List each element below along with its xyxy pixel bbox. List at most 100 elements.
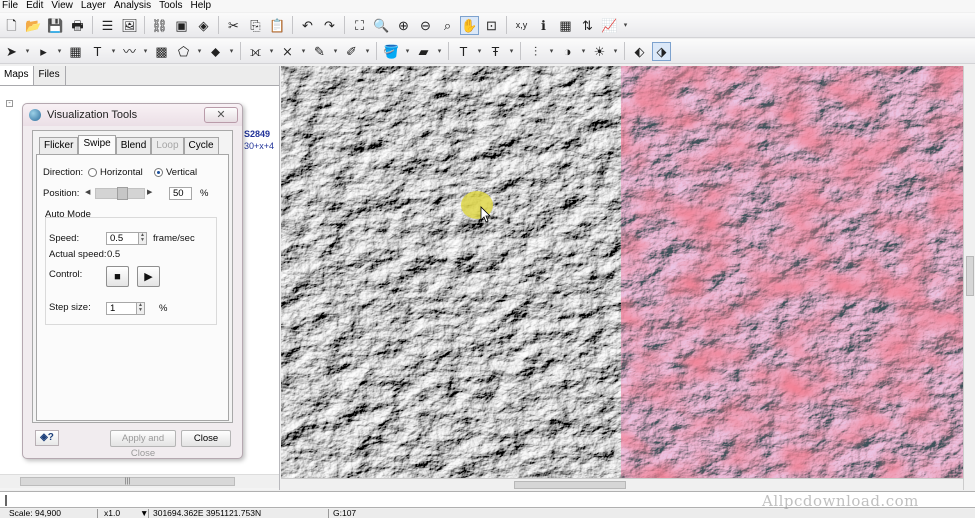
chart-icon[interactable]: 📈 bbox=[600, 16, 619, 35]
tab-maps[interactable]: Maps bbox=[0, 66, 35, 85]
map-vscroll-thumb[interactable] bbox=[966, 256, 974, 296]
horizontal-radio[interactable] bbox=[88, 168, 97, 177]
save-icon[interactable]: 💾 bbox=[46, 16, 65, 35]
menu-view[interactable]: View bbox=[49, 0, 79, 12]
copy-icon[interactable]: ⎘ bbox=[246, 16, 265, 35]
dropdown-arrow-icon[interactable]: ▾ bbox=[24, 47, 31, 55]
contrast-icon[interactable]: ◑ bbox=[558, 42, 577, 61]
dropdown-arrow-icon[interactable]: ▾ bbox=[548, 47, 555, 55]
full-extent-icon[interactable]: ⊡ bbox=[482, 16, 501, 35]
map-view[interactable] bbox=[281, 66, 963, 478]
text-icon[interactable]: T bbox=[88, 42, 107, 61]
play-button[interactable]: ▶ bbox=[137, 266, 160, 287]
dropdown-arrow-icon[interactable]: ▾ bbox=[508, 47, 515, 55]
select-arrow-icon[interactable]: ➤ bbox=[2, 42, 21, 61]
slider-right-icon[interactable]: ▶ bbox=[147, 188, 152, 196]
tab-flicker[interactable]: Flicker bbox=[39, 137, 79, 154]
dropdown-arrow-icon[interactable]: ▾ bbox=[228, 47, 235, 55]
sort-icon[interactable]: ⇅ bbox=[578, 16, 597, 35]
open-icon[interactable]: 📂 bbox=[24, 16, 43, 35]
speed-input[interactable]: 0.5 bbox=[106, 232, 139, 245]
step-size-input[interactable]: 1 bbox=[106, 302, 137, 315]
tab-swipe[interactable]: Swipe bbox=[78, 135, 116, 154]
tab-loop[interactable]: Loop bbox=[151, 137, 184, 154]
layers-icon[interactable]: ◈ bbox=[194, 16, 213, 35]
dropdown-arrow-icon[interactable]: ▾ bbox=[476, 47, 483, 55]
layer-stack-icon[interactable]: ⬖ bbox=[630, 42, 649, 61]
dropdown-arrow-icon[interactable]: ▾ bbox=[300, 47, 307, 55]
attribute-table-icon[interactable]: ▦ bbox=[556, 16, 575, 35]
zoom-selection-icon[interactable]: ⌕ bbox=[438, 16, 457, 35]
pen-color-icon[interactable]: ✎ bbox=[310, 42, 329, 61]
help-button[interactable]: ◈? bbox=[35, 430, 59, 446]
tree-expander-icon[interactable]: - bbox=[6, 100, 13, 107]
coordinate-icon[interactable]: x,y bbox=[512, 16, 531, 35]
draw-line-icon[interactable]: 〰 bbox=[120, 42, 139, 61]
redo-icon[interactable]: ↷ bbox=[320, 16, 339, 35]
polygon-icon[interactable]: ⬠ bbox=[174, 42, 193, 61]
dropdown-arrow-icon[interactable]: ▾ bbox=[436, 47, 443, 55]
map-horizontal-scrollbar[interactable] bbox=[281, 478, 963, 490]
pan-icon[interactable]: ✋ bbox=[460, 15, 479, 35]
menu-analysis[interactable]: Analysis bbox=[112, 0, 157, 12]
link-icon[interactable]: ⛓ bbox=[150, 16, 169, 35]
fill-icon[interactable]: ⬥ bbox=[206, 42, 225, 61]
fit-to-frame-icon[interactable]: ⛶ bbox=[350, 16, 369, 35]
dropdown-arrow-icon[interactable]: ▾ bbox=[56, 47, 63, 55]
zoom-box-icon[interactable]: 🔍 bbox=[372, 16, 391, 35]
cross-tool-icon[interactable]: ⨯ bbox=[278, 42, 297, 61]
menu-file[interactable]: File bbox=[0, 0, 24, 12]
stop-button[interactable]: ■ bbox=[106, 266, 129, 287]
paint-bucket-icon[interactable]: 🪣 bbox=[382, 42, 401, 61]
node-tool-icon[interactable]: ⟗ bbox=[246, 42, 265, 61]
print-icon[interactable]: 🖶 bbox=[68, 16, 87, 35]
position-input[interactable]: 50 bbox=[169, 187, 192, 200]
dropdown-arrow-icon[interactable]: ▾ bbox=[110, 47, 117, 55]
zoom-in-icon[interactable]: ⊕ bbox=[394, 16, 413, 35]
dropdown-arrow-icon[interactable]: ▾ bbox=[332, 47, 339, 55]
visualization-tools-icon[interactable]: ⬗ bbox=[652, 41, 671, 61]
menu-layer[interactable]: Layer bbox=[79, 0, 112, 12]
dropdown-arrow-icon[interactable]: ▾ bbox=[580, 47, 587, 55]
speed-spinner[interactable]: ▲ ▼ bbox=[138, 232, 147, 245]
dropdown-arrow-icon[interactable]: ▾ bbox=[612, 47, 619, 55]
info-icon[interactable]: ℹ bbox=[534, 16, 553, 35]
highlight-icon[interactable]: ▰ bbox=[414, 42, 433, 61]
map-vertical-scrollbar[interactable] bbox=[963, 66, 975, 490]
zoom-out-icon[interactable]: ⊖ bbox=[416, 16, 435, 35]
menu-help[interactable]: Help bbox=[188, 0, 217, 12]
overview-icon[interactable]: 🖼 bbox=[120, 16, 139, 35]
map-hscroll-thumb[interactable] bbox=[514, 481, 626, 489]
panel-horizontal-scrollbar[interactable]: ||| bbox=[0, 474, 279, 488]
dropdown-arrow-icon[interactable]: ▾ bbox=[142, 47, 149, 55]
apply-and-close-button[interactable]: Apply and Close bbox=[110, 430, 176, 459]
dropdown-arrow-icon[interactable]: ▾ bbox=[268, 47, 275, 55]
close-button[interactable]: Close bbox=[181, 430, 231, 447]
vertex-select-icon[interactable]: ▸ bbox=[34, 42, 53, 61]
cut-icon[interactable]: ✂ bbox=[224, 16, 243, 35]
menu-edit[interactable]: Edit bbox=[24, 0, 49, 12]
step-size-spinner[interactable]: ▲ ▼ bbox=[136, 302, 145, 315]
tab-files[interactable]: Files bbox=[34, 66, 66, 85]
undo-icon[interactable]: ↶ bbox=[298, 16, 317, 35]
tab-blend[interactable]: Blend bbox=[115, 137, 152, 154]
slider-left-icon[interactable]: ◀ bbox=[85, 188, 90, 196]
vertical-radio[interactable] bbox=[154, 168, 163, 177]
dialog-close-button[interactable]: ✕ bbox=[204, 107, 238, 123]
position-slider[interactable]: ◀ ▶ bbox=[85, 187, 152, 200]
menu-tools[interactable]: Tools bbox=[157, 0, 188, 12]
dropdown-arrow-icon[interactable]: ▾ bbox=[364, 47, 371, 55]
align-icon[interactable]: ⫶ bbox=[526, 42, 545, 61]
line-style-icon[interactable]: ✐ bbox=[342, 42, 361, 61]
panel-scroll-thumb[interactable]: ||| bbox=[20, 477, 235, 486]
window-icon[interactable]: ▣ bbox=[172, 16, 191, 35]
dropdown-arrow-icon[interactable]: ▾ bbox=[404, 47, 411, 55]
tab-cycle[interactable]: Cycle bbox=[183, 137, 219, 154]
paste-icon[interactable]: 📋 bbox=[268, 16, 287, 35]
raster-edit-icon[interactable]: ▩ bbox=[152, 42, 171, 61]
layer-list-icon[interactable]: ☰ bbox=[98, 16, 117, 35]
font-style-icon[interactable]: Ŧ bbox=[486, 42, 505, 61]
brightness-icon[interactable]: ☀ bbox=[590, 42, 609, 61]
dropdown-arrow-icon[interactable]: ▾ bbox=[196, 47, 203, 55]
font-icon[interactable]: T bbox=[454, 42, 473, 61]
